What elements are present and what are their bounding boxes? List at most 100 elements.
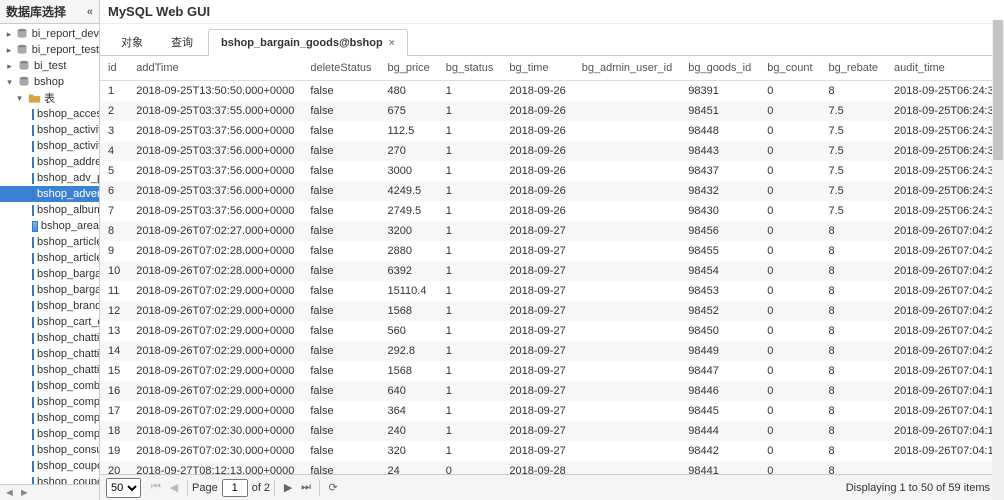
table-node[interactable]: bshop_coupon_info	[0, 474, 99, 484]
cell	[574, 81, 681, 102]
expand-icon[interactable]: ▾	[4, 77, 15, 88]
table-icon	[32, 253, 34, 264]
table-node[interactable]: bshop_bargain_goo	[0, 282, 99, 298]
table-node[interactable]: bshop_album	[0, 202, 99, 218]
vertical-scrollbar[interactable]	[992, 20, 1004, 500]
table-row[interactable]: 202018-09-27T08:12:13.000+0000false24020…	[100, 461, 1004, 474]
table-node[interactable]: bshop_address	[0, 154, 99, 170]
table-row[interactable]: 162018-09-26T07:02:29.000+0000false64012…	[100, 381, 1004, 401]
table-label: bshop_accessory	[37, 108, 99, 120]
col-header[interactable]: bg_status	[438, 56, 502, 81]
table-label: bshop_address	[37, 156, 99, 168]
table-row[interactable]: 92018-09-26T07:02:28.000+0000false288012…	[100, 241, 1004, 261]
table-node[interactable]: bshop_complaint_su	[0, 426, 99, 442]
expand-icon[interactable]: ▸	[4, 29, 14, 40]
cell: 2018-09-26	[501, 101, 573, 121]
table-node[interactable]: bshop_chattinglog	[0, 362, 99, 378]
table-row[interactable]: 12018-09-25T13:50:50.000+0000false480120…	[100, 81, 1004, 102]
prev-page-icon[interactable]: ◀	[165, 479, 183, 497]
table-node[interactable]: bshop_advert	[0, 186, 99, 202]
sidebar-title: 数据库选择	[6, 3, 66, 20]
col-header[interactable]: bg_goods_id	[680, 56, 759, 81]
collapse-icon[interactable]: «	[87, 6, 93, 18]
cell: 2018-09-25T06:24:37.000+0000	[886, 101, 1004, 121]
table-node[interactable]: bshop_consult	[0, 442, 99, 458]
cell: 1	[438, 161, 502, 181]
table-row[interactable]: 152018-09-26T07:02:29.000+0000false15681…	[100, 361, 1004, 381]
table-node[interactable]: bshop_articleclass	[0, 250, 99, 266]
table-row[interactable]: 182018-09-26T07:02:30.000+0000false24012…	[100, 421, 1004, 441]
tab-query[interactable]: 查询	[158, 28, 206, 55]
close-icon[interactable]: ×	[389, 38, 395, 49]
table-node[interactable]: bshop_coupon	[0, 458, 99, 474]
table-node[interactable]: bshop_chatting	[0, 330, 99, 346]
cell: 2018-09-27	[501, 301, 573, 321]
expand-icon[interactable]: ▾	[14, 93, 25, 104]
page-input[interactable]	[222, 479, 248, 497]
table-node[interactable]: bshop_activity_goo	[0, 138, 99, 154]
cell: 15110.4	[380, 281, 438, 301]
col-header[interactable]: id	[100, 56, 128, 81]
expand-icon[interactable]: ▸	[4, 45, 14, 56]
table-node[interactable]: bshop_article	[0, 234, 99, 250]
table-node[interactable]: bshop_adv_pos	[0, 170, 99, 186]
db-node[interactable]: ▾bshop	[0, 74, 99, 90]
table-node[interactable]: bshop_activity	[0, 122, 99, 138]
cell: 9	[100, 241, 128, 261]
table-node[interactable]: bshop_complaint_g	[0, 410, 99, 426]
tab-result[interactable]: bshop_bargain_goods@bshop ×	[208, 29, 408, 56]
table-row[interactable]: 192018-09-26T07:02:30.000+0000false32012…	[100, 441, 1004, 461]
data-grid[interactable]: idaddTimedeleteStatusbg_pricebg_statusbg…	[100, 56, 1004, 474]
col-header[interactable]: addTime	[128, 56, 302, 81]
table-node[interactable]: bshop_complaint	[0, 394, 99, 410]
col-header[interactable]: bg_admin_user_id	[574, 56, 681, 81]
cell: 3	[100, 121, 128, 141]
table-row[interactable]: 102018-09-26T07:02:28.000+0000false63921…	[100, 261, 1004, 281]
table-node[interactable]: bshop_chattingfrien	[0, 346, 99, 362]
cell: 2018-09-26T07:02:29.000+0000	[128, 321, 302, 341]
table-node[interactable]: bshop_combin_log	[0, 378, 99, 394]
cell: 8	[821, 441, 887, 461]
table-row[interactable]: 112018-09-26T07:02:29.000+0000false15110…	[100, 281, 1004, 301]
col-header[interactable]: bg_count	[759, 56, 820, 81]
next-page-icon[interactable]: ▶	[279, 479, 297, 497]
scroll-right-icon[interactable]: ►	[19, 487, 30, 499]
db-node[interactable]: ▸bi_report_dev	[0, 26, 99, 42]
table-row[interactable]: 22018-09-25T03:37:55.000+0000false675120…	[100, 101, 1004, 121]
scroll-left-icon[interactable]: ◄	[4, 487, 15, 499]
table-row[interactable]: 32018-09-25T03:37:56.000+0000false112.51…	[100, 121, 1004, 141]
table-row[interactable]: 172018-09-26T07:02:29.000+0000false36412…	[100, 401, 1004, 421]
col-header[interactable]: bg_price	[380, 56, 438, 81]
last-page-icon[interactable]: ⏭	[297, 479, 315, 497]
table-row[interactable]: 142018-09-26T07:02:29.000+0000false292.8…	[100, 341, 1004, 361]
db-tree: ▸bi_report_dev▸bi_report_test▸bi_test▾bs…	[0, 24, 99, 484]
table-row[interactable]: 72018-09-25T03:37:56.000+0000false2749.5…	[100, 201, 1004, 221]
table-row[interactable]: 62018-09-25T03:37:56.000+0000false4249.5…	[100, 181, 1004, 201]
tables-folder[interactable]: ▾表	[0, 90, 99, 106]
db-node[interactable]: ▸bi_test	[0, 58, 99, 74]
table-node[interactable]: bshop_cart_gsp	[0, 314, 99, 330]
table-node[interactable]: bshop_accessory	[0, 106, 99, 122]
database-icon	[17, 59, 31, 73]
table-row[interactable]: 42018-09-25T03:37:56.000+0000false270120…	[100, 141, 1004, 161]
cell: 2018-09-26T07:02:29.000+0000	[128, 281, 302, 301]
table-row[interactable]: 82018-09-26T07:02:27.000+0000false320012…	[100, 221, 1004, 241]
cell: 2018-09-25T03:37:56.000+0000	[128, 201, 302, 221]
first-page-icon[interactable]: ⏮	[147, 479, 165, 497]
expand-icon[interactable]: ▸	[4, 61, 15, 72]
db-node[interactable]: ▸bi_report_test	[0, 42, 99, 58]
table-node[interactable]: bshop_area	[0, 218, 99, 234]
table-row[interactable]: 122018-09-26T07:02:29.000+0000false15681…	[100, 301, 1004, 321]
table-row[interactable]: 132018-09-26T07:02:29.000+0000false56012…	[100, 321, 1004, 341]
table-node[interactable]: bshop_brandcategor	[0, 298, 99, 314]
page-size-select[interactable]: 50	[106, 478, 141, 498]
tab-objects[interactable]: 对象	[108, 28, 156, 55]
table-node[interactable]: bshop_bargain	[0, 266, 99, 282]
col-header[interactable]: audit_time	[886, 56, 1004, 81]
col-header[interactable]: deleteStatus	[302, 56, 379, 81]
cell: 98456	[680, 221, 759, 241]
col-header[interactable]: bg_rebate	[821, 56, 887, 81]
refresh-icon[interactable]: ⟳	[324, 479, 342, 497]
table-row[interactable]: 52018-09-25T03:37:56.000+0000false300012…	[100, 161, 1004, 181]
col-header[interactable]: bg_time	[501, 56, 573, 81]
